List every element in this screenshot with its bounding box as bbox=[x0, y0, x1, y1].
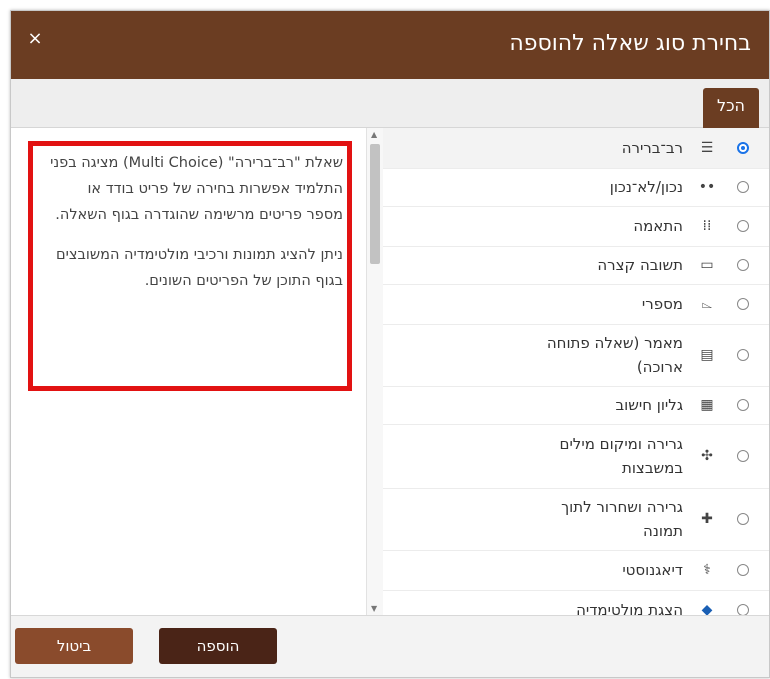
question-type-item[interactable]: ✣ גרירה ומיקום מילים במשבצות bbox=[383, 424, 769, 489]
question-type-label: הצגת מולטימדיה bbox=[576, 601, 683, 615]
question-type-item[interactable]: •• נכון/לא־נכון bbox=[383, 168, 769, 207]
description-paragraph-1: שאלת "רב־ברירה" (Multi Choice) מציגה בפנ… bbox=[50, 155, 343, 223]
radio-button[interactable] bbox=[737, 604, 749, 615]
question-type-label: גרירה ושחרור לתוך תמונה bbox=[561, 498, 683, 540]
radio-button[interactable] bbox=[737, 259, 749, 271]
dialog-footer: הוספה ביטול bbox=[11, 615, 769, 677]
two-dots-icon: •• bbox=[698, 179, 716, 195]
scroll-thumb[interactable] bbox=[370, 144, 380, 264]
question-type-item[interactable]: ▦ גליון חישוב bbox=[383, 386, 769, 425]
cancel-button[interactable]: ביטול bbox=[15, 628, 133, 664]
question-type-item[interactable]: ▤ מאמר (שאלה פתוחה ארוכה) bbox=[383, 324, 769, 387]
list-icon: ☰ bbox=[700, 140, 714, 156]
question-type-label: גליון חישוב bbox=[615, 396, 683, 414]
question-type-label: נכון/לא־נכון bbox=[609, 178, 683, 196]
question-type-label: תשובה קצרה bbox=[597, 256, 683, 274]
grid-dots-icon: ⁞⁞ bbox=[702, 218, 712, 234]
question-type-dialog: בחירת סוג שאלה להוספה × הכל שאלת "רב־ברי… bbox=[10, 10, 770, 678]
question-type-item[interactable]: ◆ הצגת מולטימדיה bbox=[383, 590, 769, 615]
question-type-item[interactable]: ✚ גרירה ושחרור לתוך תמונה bbox=[383, 488, 769, 551]
question-type-label: מספרי bbox=[641, 295, 683, 313]
radio-button[interactable] bbox=[737, 513, 749, 525]
description-paragraph-2: ניתן להציג תמונות ורכיבי מולטימדיה המשוב… bbox=[56, 247, 343, 289]
radio-button[interactable] bbox=[737, 181, 749, 193]
close-icon[interactable]: × bbox=[25, 29, 45, 49]
drop-icon: ◆ bbox=[701, 602, 713, 615]
scroll-down-icon[interactable]: ▼ bbox=[371, 604, 377, 613]
numeric-icon: ⌳ bbox=[701, 296, 713, 312]
stethoscope-icon: ⚕ bbox=[703, 562, 711, 578]
tab-all[interactable]: הכל bbox=[702, 88, 759, 128]
radio-button[interactable] bbox=[737, 450, 749, 462]
input-box-icon: ▭ bbox=[700, 257, 714, 273]
drag-icon: ✣ bbox=[701, 448, 713, 464]
document-icon: ▤ bbox=[700, 347, 714, 363]
radio-button[interactable] bbox=[737, 220, 749, 232]
question-type-item[interactable]: ⁞⁞ התאמה bbox=[383, 206, 769, 247]
tab-bar: הכל bbox=[11, 79, 769, 128]
question-type-label: רב־ברירה bbox=[621, 139, 683, 157]
question-type-label: התאמה bbox=[633, 217, 683, 235]
question-type-label: דיאגנוסטי bbox=[622, 561, 683, 579]
description-text: שאלת "רב־ברירה" (Multi Choice) מציגה בפנ… bbox=[47, 150, 343, 308]
add-button[interactable]: הוספה bbox=[159, 628, 277, 664]
dialog-title: בחירת סוג שאלה להוספה bbox=[509, 31, 751, 56]
question-type-label: גרירה ומיקום מילים במשבצות bbox=[559, 435, 684, 477]
radio-button[interactable] bbox=[737, 298, 749, 310]
radio-button[interactable] bbox=[737, 399, 749, 411]
dialog-header: בחירת סוג שאלה להוספה × bbox=[11, 11, 769, 79]
radio-button[interactable] bbox=[737, 349, 749, 361]
question-type-item[interactable]: ▭ תשובה קצרה bbox=[383, 246, 769, 285]
radio-button[interactable] bbox=[737, 564, 749, 576]
question-type-item[interactable]: ☰ רב־ברירה bbox=[383, 128, 769, 169]
radio-button[interactable] bbox=[737, 142, 749, 154]
list-scrollbar[interactable]: ▲ ▼ bbox=[367, 128, 383, 615]
spreadsheet-icon: ▦ bbox=[700, 397, 714, 413]
dialog-content: שאלת "רב־ברירה" (Multi Choice) מציגה בפנ… bbox=[11, 128, 769, 615]
question-type-item[interactable]: ⌳ מספרי bbox=[383, 284, 769, 325]
question-type-label: מאמר (שאלה פתוחה ארוכה) bbox=[546, 334, 683, 376]
description-panel: שאלת "רב־ברירה" (Multi Choice) מציגה בפנ… bbox=[11, 128, 367, 615]
scroll-up-icon[interactable]: ▲ bbox=[371, 130, 377, 139]
plus-move-icon: ✚ bbox=[701, 511, 713, 527]
question-type-list: ☰ רב־ברירה •• נכון/לא־נכון ⁞⁞ התאמה ▭ תש… bbox=[383, 128, 769, 615]
question-type-item[interactable]: ⚕ דיאגנוסטי bbox=[383, 550, 769, 591]
